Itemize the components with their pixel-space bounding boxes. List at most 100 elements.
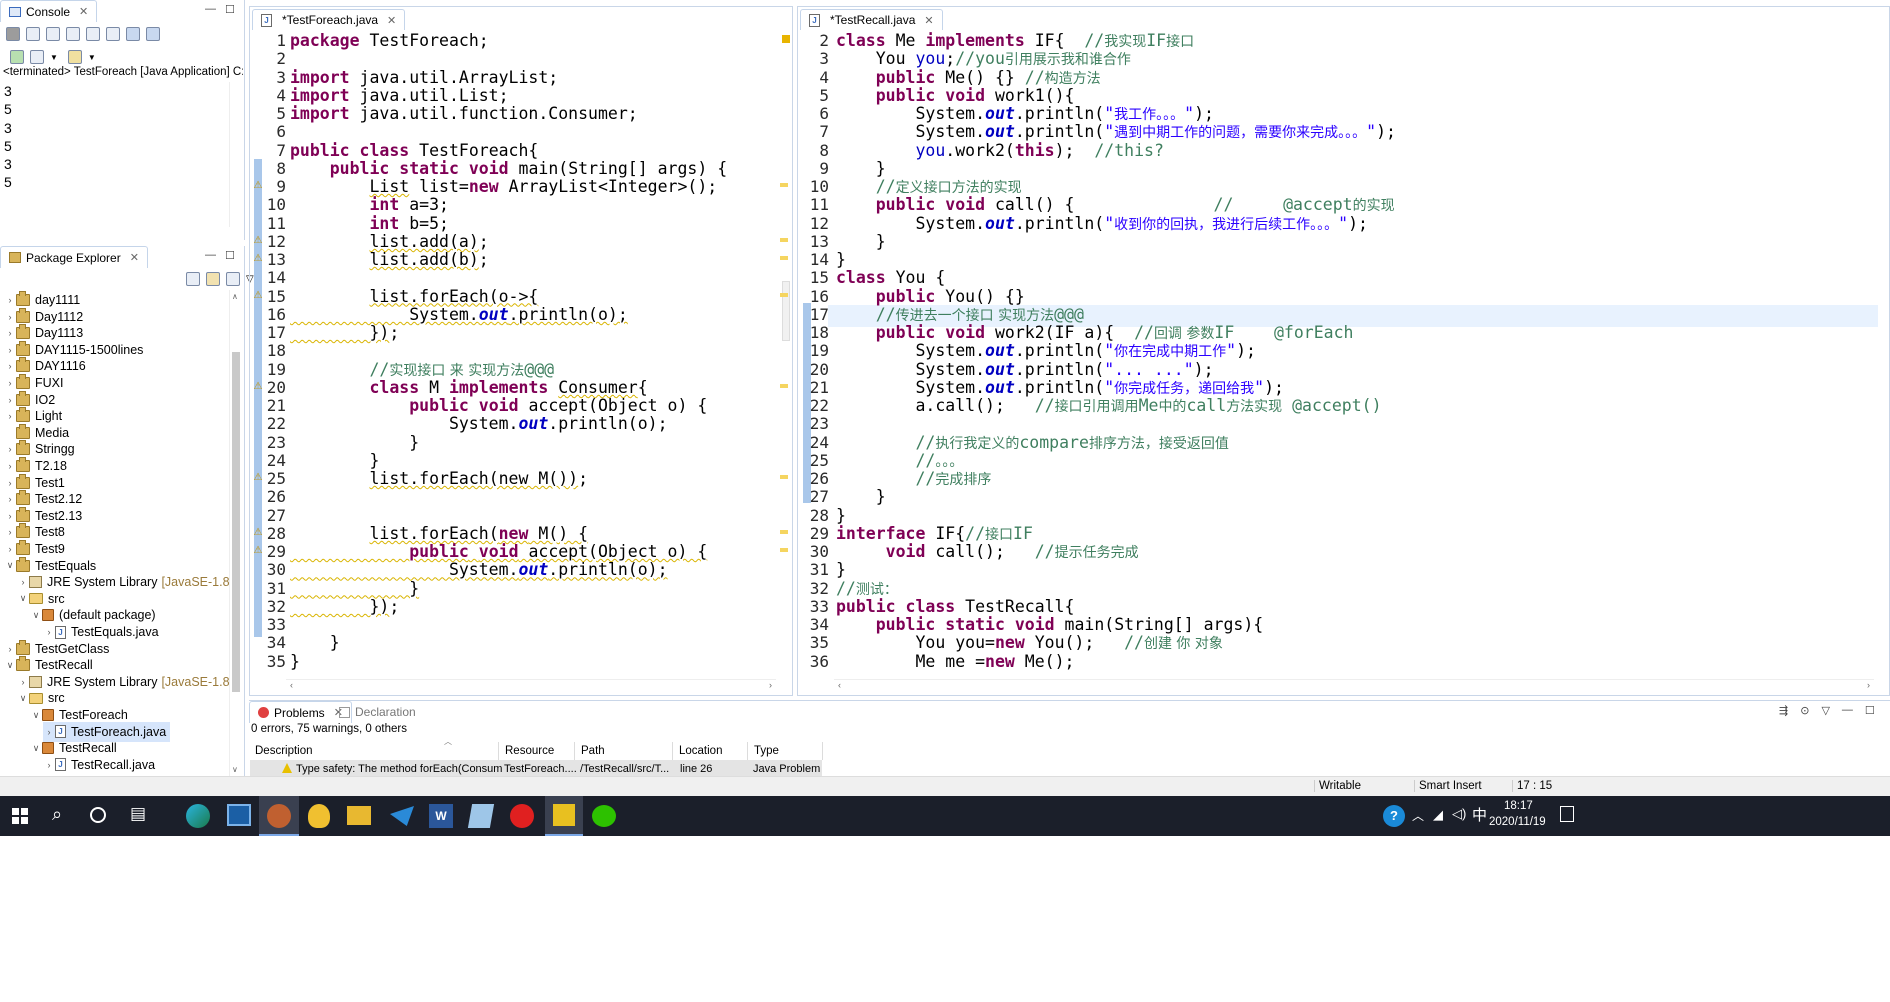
code-line[interactable]: } xyxy=(836,250,846,269)
code-line[interactable]: a.call(); //接口引用调用Me中的call方法实现 @accept() xyxy=(836,396,1381,415)
warning-ruler-mark[interactable] xyxy=(780,292,788,297)
code-line[interactable]: class You { xyxy=(836,268,945,287)
chevron-right-icon[interactable]: › xyxy=(4,478,16,488)
code-line[interactable]: list.add(a); xyxy=(290,232,488,251)
tray-chevron-icon[interactable]: ︿ xyxy=(1412,807,1424,824)
warning-ruler-mark[interactable] xyxy=(780,237,788,242)
open-console-icon[interactable] xyxy=(67,50,82,64)
chevron-right-icon[interactable]: › xyxy=(4,544,16,554)
code-line[interactable]: } xyxy=(836,487,886,506)
code-line[interactable]: You you=new You(); //创建 你 对象 xyxy=(836,633,1222,652)
code-line[interactable]: } xyxy=(290,579,419,598)
code-line[interactable]: list.add(b); xyxy=(290,250,488,269)
clear-console-icon[interactable] xyxy=(66,27,80,41)
edge-icon[interactable] xyxy=(186,804,210,828)
code-line[interactable]: } xyxy=(290,652,300,671)
code-line[interactable]: You you;//you引用展示我和谁合作 xyxy=(836,49,1131,68)
code-line[interactable]: System.out.println(o); xyxy=(290,414,668,433)
warning-ruler-mark[interactable] xyxy=(780,548,788,552)
chevron-right-icon[interactable]: › xyxy=(43,760,55,770)
chevron-right-icon[interactable]: › xyxy=(43,727,55,737)
maximize-icon[interactable]: ☐ xyxy=(225,3,235,16)
chevron-down-icon[interactable]: ∨ xyxy=(4,560,16,571)
scroll-lock-icon[interactable] xyxy=(86,27,100,41)
code-line[interactable]: int a=3; xyxy=(290,195,448,214)
scroll-up-icon[interactable]: ∧ xyxy=(232,292,238,301)
column-type[interactable]: Type xyxy=(748,742,823,760)
code-line[interactable]: public static void main(String[] args){ xyxy=(836,615,1263,634)
code-line[interactable]: System.out.println("收到你的回执，我进行后续工作。。。"); xyxy=(836,214,1368,233)
code-line[interactable]: package TestForeach; xyxy=(290,31,489,50)
show-on-output-icon[interactable] xyxy=(126,27,140,41)
volume-icon[interactable]: ◁) xyxy=(1452,806,1466,822)
ime-indicator[interactable]: 中 xyxy=(1472,804,1487,825)
chevron-right-icon[interactable]: › xyxy=(4,411,16,421)
code-area[interactable]: class Me implements IF{ //我实现IF接口 You yo… xyxy=(836,31,1876,682)
code-line[interactable]: Me me =new Me(); xyxy=(836,652,1074,671)
warning-ruler-mark[interactable] xyxy=(780,475,788,479)
chevron-down-icon[interactable]: ▼ xyxy=(50,53,58,62)
cortana-icon[interactable] xyxy=(90,807,106,823)
scrollbar-thumb[interactable] xyxy=(232,352,240,692)
tree-item[interactable]: › J TestRecall.java xyxy=(43,755,156,775)
word-wrap-icon[interactable] xyxy=(106,27,120,41)
code-line[interactable]: you.work2(this); //this? xyxy=(836,141,1163,160)
column-resource[interactable]: Resource xyxy=(499,742,575,760)
focus-icon[interactable]: ⇶ xyxy=(1779,704,1788,717)
code-line[interactable]: System.out.println("遇到中期工作的问题，需要你来完成。。。"… xyxy=(836,122,1396,141)
chevron-down-icon[interactable]: ∨ xyxy=(30,610,42,621)
tab-declaration[interactable]: Declaration xyxy=(339,705,416,719)
code-area[interactable]: package TestForeach; import java.util.Arr… xyxy=(290,31,768,682)
code-line[interactable]: public Me() {} //构造方法 xyxy=(836,68,1101,87)
netease-music-icon[interactable] xyxy=(510,804,534,828)
code-line[interactable]: import java.util.ArrayList; xyxy=(290,68,558,87)
column-location[interactable]: Location xyxy=(673,742,748,760)
code-line[interactable]: //实现接口 来 实现方法@@@ xyxy=(290,360,554,379)
code-line[interactable]: interface IF{//接口IF xyxy=(836,524,1033,543)
code-line[interactable]: System.out.println(o); xyxy=(290,305,628,324)
terminate-icon[interactable] xyxy=(6,27,20,41)
tab-console[interactable]: Console ✕ xyxy=(0,0,98,22)
help-icon[interactable]: ? xyxy=(1383,805,1405,827)
chevron-right-icon[interactable]: › xyxy=(43,627,55,637)
scroll-down-icon[interactable]: ∨ xyxy=(232,765,238,774)
code-line[interactable]: public class TestRecall{ xyxy=(836,597,1074,616)
code-line[interactable]: import java.util.function.Consumer; xyxy=(290,104,638,123)
code-line[interactable]: list.forEach(new M()); xyxy=(290,469,588,488)
maximize-icon[interactable]: ☐ xyxy=(1865,704,1875,717)
chevron-down-icon[interactable]: ▼ xyxy=(88,53,96,62)
code-line[interactable]: System.out.println("你完成任务，递回给我"); xyxy=(836,378,1284,397)
code-line[interactable]: System.out.println(o); xyxy=(290,561,668,579)
minimize-icon[interactable]: — xyxy=(205,249,216,261)
code-line[interactable]: } xyxy=(290,433,419,452)
scroll-left-icon[interactable]: ‹ xyxy=(290,680,293,690)
chevron-right-icon[interactable]: › xyxy=(17,577,29,587)
code-line[interactable]: list.forEach(new M() { xyxy=(290,524,588,543)
chevron-down-icon[interactable]: ∨ xyxy=(30,710,42,721)
code-line[interactable]: public static void main(String[] args) { xyxy=(290,159,727,178)
close-icon[interactable]: ✕ xyxy=(79,5,88,18)
code-line[interactable]: class Me implements IF{ //我实现IF接口 xyxy=(836,31,1194,50)
h-scrollbar[interactable]: ‹ › xyxy=(834,679,1874,693)
photos-icon[interactable] xyxy=(227,804,251,826)
chevron-down-icon[interactable]: ∨ xyxy=(17,693,29,704)
code-line[interactable]: public void accept(Object o) { xyxy=(290,396,707,415)
display-console-icon[interactable] xyxy=(30,50,44,64)
code-line[interactable]: } xyxy=(836,560,846,579)
chevron-right-icon[interactable]: › xyxy=(4,395,16,405)
code-line[interactable]: void call(); //提示任务完成 xyxy=(836,542,1139,561)
warning-ruler-mark[interactable] xyxy=(780,383,788,388)
warning-ruler-mark[interactable] xyxy=(780,529,788,534)
file-explorer-icon[interactable] xyxy=(347,806,371,825)
word-icon[interactable]: W xyxy=(429,804,453,828)
close-icon[interactable]: ✕ xyxy=(387,14,396,27)
minimize-icon[interactable]: — xyxy=(205,3,216,15)
code-line[interactable]: public void work1(){ xyxy=(836,86,1075,105)
warning-ruler-mark[interactable] xyxy=(780,183,788,187)
tab-problems[interactable]: Problems ✕ xyxy=(249,701,352,723)
minimize-icon[interactable]: — xyxy=(1842,704,1853,717)
clock-time[interactable]: 18:17 xyxy=(1504,800,1533,812)
chevron-right-icon[interactable]: › xyxy=(4,444,16,454)
link-with-editor-icon[interactable] xyxy=(206,272,220,286)
code-line[interactable]: } xyxy=(290,451,379,470)
